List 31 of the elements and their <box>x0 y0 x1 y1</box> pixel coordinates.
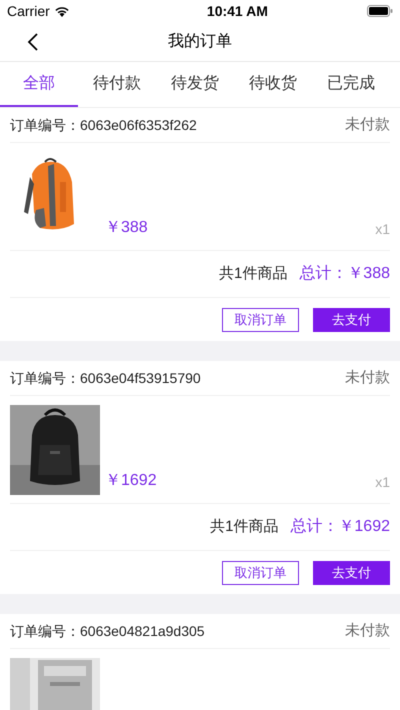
cancel-order-button[interactable]: 取消订单 <box>222 560 299 584</box>
item-price: ￥388 <box>105 218 148 238</box>
cancel-order-button[interactable]: 取消订单 <box>222 308 299 332</box>
page-title: 我的订单 <box>168 32 232 52</box>
order-status: 未付款 <box>345 368 390 388</box>
total-label: 总计： <box>290 516 338 537</box>
pay-button[interactable]: 去支付 <box>313 308 390 332</box>
order-number-label: 订单编号： <box>10 622 80 640</box>
order-status: 未付款 <box>345 114 390 135</box>
total-label: 总计： <box>299 264 348 284</box>
item-quantity: x1 <box>375 473 390 492</box>
order-number: 6063e04821a9d305 <box>80 622 205 640</box>
total-amount: ￥1692 <box>338 517 390 537</box>
order-number: 6063e06f6353f262 <box>80 116 197 134</box>
tab[interactable]: 全部 <box>0 62 78 107</box>
carrier-label: Carrier <box>7 2 50 20</box>
order-status: 未付款 <box>345 620 390 641</box>
order-number-label: 订单编号： <box>10 116 80 134</box>
item-count: 共1件商品 <box>210 516 278 537</box>
order-number-label: 订单编号： <box>10 368 80 388</box>
tab[interactable]: 待付款 <box>78 62 156 107</box>
item-price: ￥1692 <box>105 471 157 491</box>
order-number: 6063e04f53915790 <box>80 368 201 388</box>
item-quantity: x1 <box>375 220 390 239</box>
pay-button[interactable]: 去支付 <box>313 560 390 584</box>
item-count: 共1件商品 <box>218 264 288 284</box>
total-amount: ￥388 <box>347 264 390 284</box>
tab[interactable]: 已完成 <box>312 62 390 107</box>
tab[interactable]: 待收货 <box>234 62 312 107</box>
tab[interactable]: 待发货 <box>156 62 234 107</box>
status-time: 10:41 AM <box>206 2 268 20</box>
